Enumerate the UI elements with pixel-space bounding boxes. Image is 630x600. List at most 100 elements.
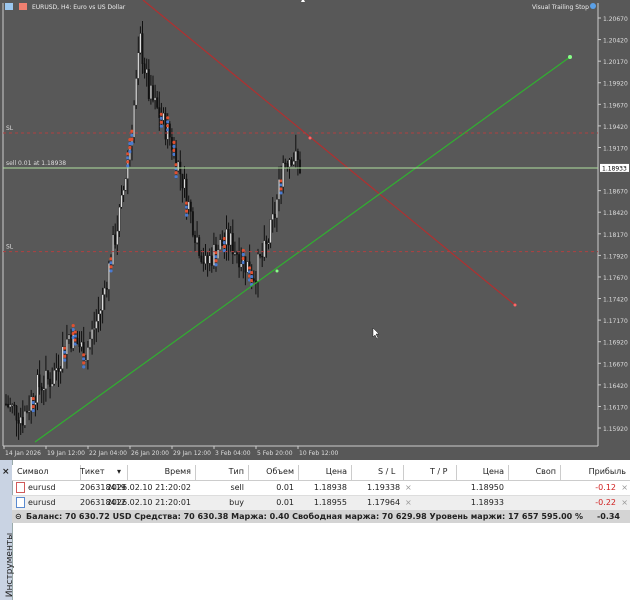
trade-marker bbox=[109, 269, 113, 273]
candle-body bbox=[278, 179, 280, 200]
trade-marker bbox=[159, 124, 163, 128]
candle-body bbox=[114, 234, 117, 245]
candle-body bbox=[101, 294, 104, 311]
trade-marker bbox=[130, 137, 134, 141]
column-header[interactable]: Цена bbox=[326, 467, 347, 476]
candle-body bbox=[238, 254, 241, 268]
candle-body bbox=[47, 370, 49, 380]
trade-marker bbox=[166, 124, 170, 128]
close-position-icon[interactable]: × bbox=[621, 498, 628, 507]
candle-body bbox=[147, 69, 150, 100]
collapse-icon[interactable]: ⊝ bbox=[15, 512, 22, 521]
column-divider[interactable] bbox=[508, 465, 509, 480]
candle-body bbox=[17, 420, 20, 424]
remove-sl-icon[interactable]: × bbox=[405, 483, 412, 492]
green-trendline[interactable] bbox=[34, 56, 571, 443]
candle-body bbox=[299, 159, 301, 174]
column-divider[interactable] bbox=[351, 465, 352, 480]
price-chart[interactable]: 1.20670 1.20420 1.20170 1.19920 1.19670 1.194… bbox=[0, 0, 630, 460]
candle-body bbox=[145, 69, 148, 74]
sort-arrow-icon[interactable]: ▾ bbox=[117, 467, 121, 476]
column-header[interactable]: Время bbox=[165, 467, 191, 476]
trade-marker bbox=[71, 327, 75, 332]
candle-body bbox=[282, 162, 285, 188]
column-header[interactable]: Тикет bbox=[80, 467, 105, 476]
column-divider[interactable] bbox=[127, 465, 128, 480]
trade-marker bbox=[248, 266, 252, 270]
candle-body bbox=[154, 97, 157, 101]
cell-symbol: eurusd bbox=[28, 483, 56, 492]
trade-marker bbox=[241, 252, 245, 257]
column-divider[interactable] bbox=[298, 465, 299, 480]
column-header[interactable]: Тип bbox=[229, 467, 244, 476]
candle-body bbox=[212, 244, 215, 266]
trade-marker bbox=[172, 144, 176, 149]
candle-body bbox=[164, 113, 167, 140]
candle-body bbox=[139, 33, 142, 54]
price-tick-label: 1.17920 bbox=[603, 253, 628, 260]
candle-body bbox=[269, 219, 272, 243]
order-label: sell 0.01 at 1.18938 bbox=[6, 160, 66, 167]
candle-body bbox=[19, 417, 22, 424]
trade-marker bbox=[126, 164, 130, 168]
price-tick-label: 1.19170 bbox=[603, 145, 628, 152]
candle-body bbox=[265, 240, 268, 245]
column-header[interactable]: Символ bbox=[17, 467, 49, 476]
column-header[interactable]: Прибыль bbox=[589, 467, 626, 476]
side-tab-instruments[interactable]: Инструменты bbox=[5, 533, 15, 597]
close-icon[interactable]: × bbox=[2, 467, 10, 477]
candle-body bbox=[284, 162, 287, 165]
column-divider[interactable] bbox=[403, 465, 404, 480]
candle-body bbox=[229, 233, 232, 246]
candle-body bbox=[42, 388, 45, 391]
column-divider[interactable] bbox=[456, 465, 457, 480]
trade-marker bbox=[109, 261, 113, 265]
table-row[interactable]: eurusd 206318419 2026.02.10 21:20:02 sell 0.… bbox=[12, 481, 630, 496]
column-header[interactable]: Своп bbox=[536, 467, 556, 476]
balance-text: Баланс: 70 630.72 USD Средства: 70 630.3… bbox=[26, 512, 584, 521]
close-position-icon[interactable]: × bbox=[621, 483, 628, 492]
trade-marker bbox=[185, 201, 189, 205]
trade-marker bbox=[82, 365, 86, 369]
trade-marker bbox=[63, 346, 67, 350]
column-divider[interactable] bbox=[195, 465, 196, 480]
trade-marker bbox=[279, 191, 283, 195]
candle-body bbox=[78, 343, 81, 347]
remove-sl-icon[interactable]: × bbox=[405, 498, 412, 507]
candle-body bbox=[263, 240, 266, 258]
candle-body bbox=[124, 178, 127, 191]
trade-marker bbox=[214, 263, 218, 267]
trade-marker bbox=[31, 397, 35, 401]
candle-body bbox=[105, 287, 108, 290]
chart-canvas[interactable]: 1.20670 1.20420 1.20170 1.19920 1.19670 1.194… bbox=[0, 0, 630, 460]
cell-current-price: 1.18933 bbox=[470, 498, 504, 507]
candle-body bbox=[217, 249, 220, 259]
table-row[interactable]: eurusd 206318412 2026.02.10 21:20:01 buy 0.0… bbox=[12, 496, 630, 511]
candle-body bbox=[208, 255, 211, 264]
column-header[interactable]: S / L bbox=[378, 467, 395, 476]
candle-body bbox=[204, 255, 207, 264]
column-divider[interactable] bbox=[248, 465, 249, 480]
candle-body bbox=[103, 287, 106, 295]
column-header[interactable]: Цена bbox=[483, 467, 504, 476]
trade-marker bbox=[241, 256, 245, 261]
trade-marker bbox=[159, 112, 163, 116]
candle-body bbox=[133, 104, 136, 138]
candle-body bbox=[91, 329, 94, 340]
column-divider[interactable] bbox=[560, 465, 561, 480]
red-trendline[interactable] bbox=[142, 0, 516, 306]
candle-body bbox=[13, 404, 16, 407]
time-tick-label: 3 Feb 04:00 bbox=[215, 450, 251, 457]
trade-marker bbox=[63, 358, 67, 362]
trade-marker bbox=[73, 330, 77, 334]
candle-body bbox=[70, 334, 73, 349]
candle-body bbox=[141, 33, 144, 64]
candle-body bbox=[231, 233, 234, 255]
column-header[interactable]: T / P bbox=[430, 467, 448, 476]
price-tick-label: 1.19670 bbox=[603, 102, 628, 109]
candle-body bbox=[84, 360, 87, 362]
column-header[interactable]: Объем bbox=[266, 467, 294, 476]
time-tick-label: 26 Jan 20:00 bbox=[131, 450, 169, 457]
candle-body bbox=[294, 151, 297, 162]
candle-body bbox=[206, 255, 209, 264]
